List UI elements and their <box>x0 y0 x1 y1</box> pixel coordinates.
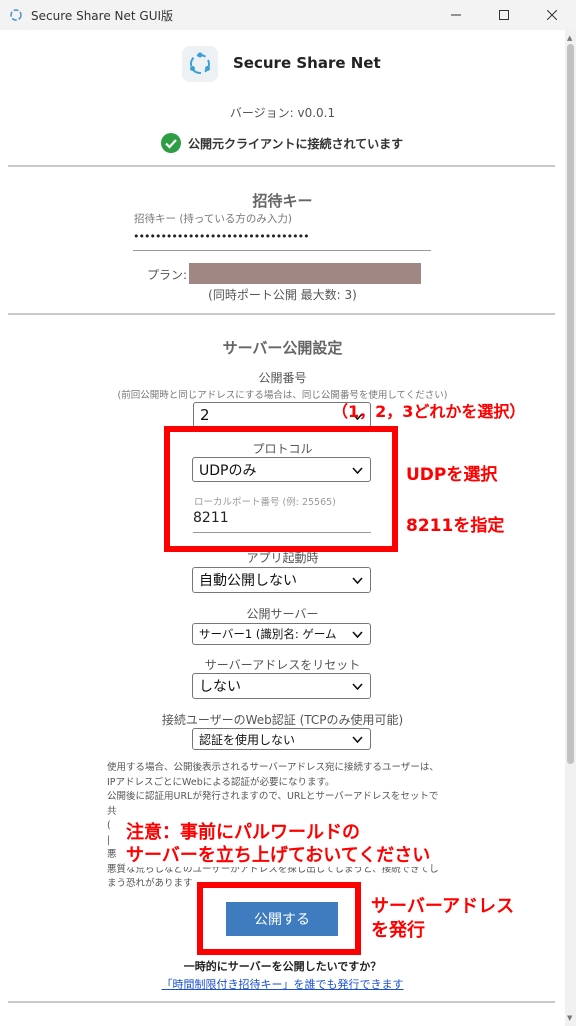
window-title: Secure Share Net GUI版 <box>31 8 174 23</box>
number-select-value: 2 <box>200 406 210 424</box>
app-logo <box>182 46 218 82</box>
chevron-down-icon <box>352 732 363 746</box>
invite-heading: 招待キー <box>252 192 313 210</box>
app-icon <box>10 9 22 21</box>
plan-limit: (同時ポート公開 最大数: 3) <box>208 288 357 302</box>
invite-key-input[interactable]: •••••••••••••••••••••••••••••••• <box>133 230 431 251</box>
connection-status: 公開元クライアントに接続されています <box>161 133 403 153</box>
divider <box>8 313 555 315</box>
temp-key-link[interactable]: 「時間制限付き招待キー」を誰でも発行できます <box>0 976 565 992</box>
startup-select[interactable]: 自動公開しない <box>192 567 371 593</box>
annotation-box-protocol <box>164 426 398 552</box>
version-text: バージョン: v0.0.1 <box>229 106 336 120</box>
maximize-button[interactable] <box>480 0 528 30</box>
annotation-issue-line1: サーバーアドレス <box>371 896 515 917</box>
divider <box>8 1001 555 1003</box>
chevron-down-icon <box>352 572 363 588</box>
divider <box>8 165 555 167</box>
temp-question: 一時的にサーバーを公開したいですか？ <box>183 960 382 973</box>
scroll-up-icon[interactable]: ▲ <box>567 34 572 42</box>
annotation-box-publish <box>197 882 361 955</box>
pub-server-label: 公開サーバー <box>246 607 319 621</box>
check-circle-icon <box>161 133 181 153</box>
annotation-select-udp: UDPを選択 <box>406 465 498 485</box>
scrollbar[interactable]: ▲ ▼ <box>565 30 576 1026</box>
chevron-down-icon <box>350 627 363 641</box>
plan-label: プラン: <box>147 268 188 282</box>
auth-label: 接続ユーザーのWeb認証 (TCPのみ使用可能) <box>161 713 404 727</box>
close-button[interactable] <box>528 0 576 30</box>
scroll-down-icon[interactable]: ▼ <box>567 1014 572 1022</box>
reset-select[interactable]: しない <box>192 673 371 699</box>
reset-label: サーバーアドレスをリセット <box>204 658 361 672</box>
minimize-icon <box>451 14 461 16</box>
status-text: 公開元クライアントに接続されています <box>188 136 404 151</box>
annotation-issue-line2: を発行 <box>371 920 425 941</box>
maximize-icon <box>499 10 509 20</box>
title-bar: Secure Share Net GUI版 <box>0 0 576 30</box>
close-icon <box>547 10 557 20</box>
reset-select-value: しない <box>199 679 241 695</box>
auth-select-value: 認証を使用しない <box>199 732 296 747</box>
plan-redacted <box>189 263 421 284</box>
app-name: Secure Share Net <box>233 54 381 72</box>
invite-field-label: 招待キー (持っている方のみ入力) <box>134 213 293 225</box>
minimize-button[interactable] <box>432 0 480 30</box>
annotation-notice-line2: サーバーを立ち上げておいてください <box>126 841 431 867</box>
scrollbar-thumb[interactable] <box>567 44 574 764</box>
pub-server-select[interactable]: サーバー1 (識別名: ゲーム <box>192 623 371 645</box>
main-content: Secure Share Net バージョン: v0.0.1 公開元クライアント… <box>0 30 565 1026</box>
number-label: 公開番号 <box>258 371 307 385</box>
pub-server-select-value: サーバー1 (識別名: ゲーム <box>199 627 337 641</box>
startup-select-value: 自動公開しない <box>199 573 297 589</box>
annotation-specify-port: 8211を指定 <box>406 516 505 536</box>
annotation-select-number: （1，2，3どれかを選択） <box>332 402 526 421</box>
server-heading: サーバー公開設定 <box>222 339 343 357</box>
auth-select[interactable]: 認証を使用しない <box>192 728 371 750</box>
share-logo-icon <box>190 52 210 74</box>
chevron-down-icon <box>352 678 363 694</box>
